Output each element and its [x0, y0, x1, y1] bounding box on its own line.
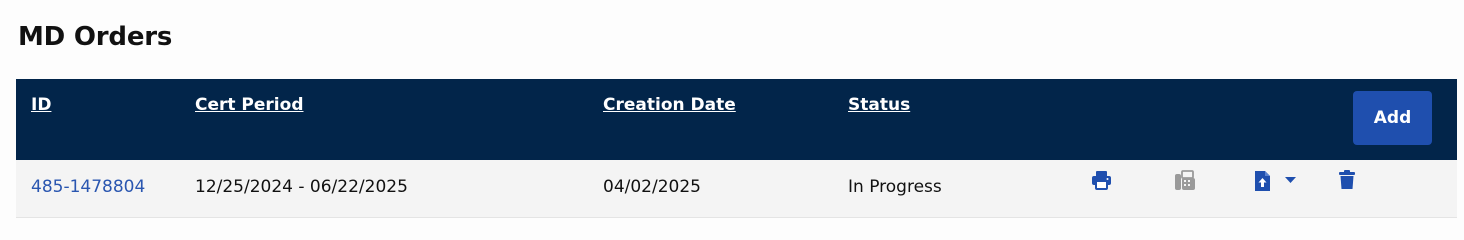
table-header: ID Cert Period Creation Date Status Add [16, 79, 1457, 160]
upload-file-icon[interactable] [1254, 170, 1271, 192]
creation-date-cell: 04/02/2025 [603, 177, 701, 197]
column-header-cert-period[interactable]: Cert Period [195, 95, 303, 115]
order-id-link[interactable]: 485-1478804 [31, 177, 145, 197]
md-orders-table: ID Cert Period Creation Date Status Add … [16, 79, 1457, 218]
printer-icon[interactable] [1091, 170, 1112, 190]
cert-period-cell: 12/25/2024 - 06/22/2025 [195, 177, 408, 197]
column-header-status[interactable]: Status [848, 95, 910, 115]
status-cell: In Progress [848, 177, 942, 197]
trash-icon[interactable] [1338, 170, 1356, 190]
column-header-id[interactable]: ID [31, 95, 51, 115]
column-header-creation-date[interactable]: Creation Date [603, 95, 736, 115]
add-button[interactable]: Add [1353, 91, 1432, 145]
page-title: MD Orders [18, 22, 173, 52]
fax-icon[interactable] [1174, 170, 1196, 191]
chevron-down-icon[interactable] [1284, 176, 1297, 184]
table-row: 485-1478804 12/25/2024 - 06/22/2025 04/0… [16, 160, 1457, 218]
